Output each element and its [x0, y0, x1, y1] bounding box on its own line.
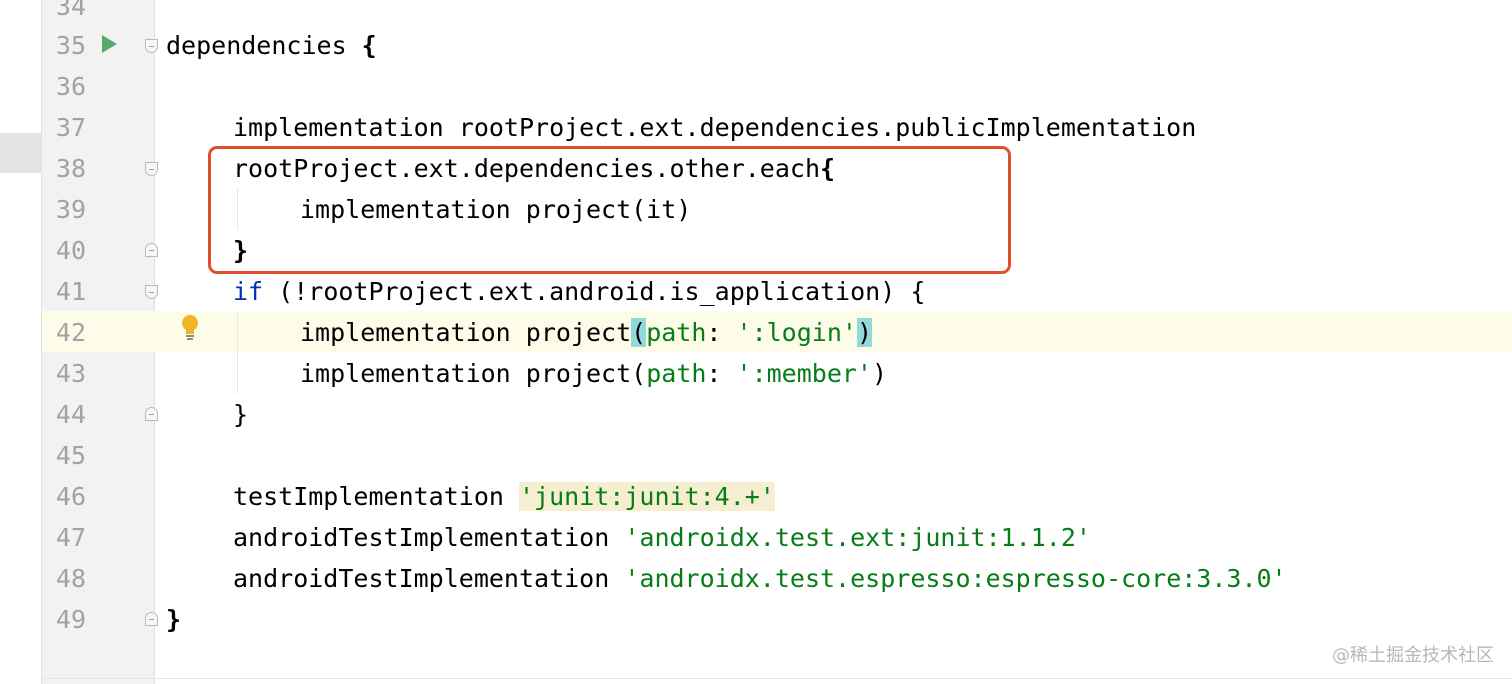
code-line-48[interactable]: androidTestImplementation 'androidx.test… [233, 558, 1287, 599]
line-number[interactable]: 34 [44, 0, 86, 27]
line-number[interactable]: 43 [44, 353, 86, 394]
fold-collapse-icon[interactable] [145, 162, 158, 176]
code-line-49[interactable]: } [166, 599, 181, 640]
indent-guide [237, 312, 238, 394]
bottom-divider [41, 678, 1512, 679]
brace: { [361, 31, 377, 60]
line-number[interactable]: 41 [44, 271, 86, 312]
string-literal: 'androidx.test.ext:junit:1.1.2' [624, 523, 1091, 552]
matched-paren: ) [856, 318, 873, 347]
watermark: @稀土掘金技术社区 [1332, 645, 1494, 666]
code-editor[interactable]: 34 35 36 37 38 39 40 41 42 43 44 45 46 4… [0, 0, 1512, 684]
code-text: dependencies [166, 31, 362, 60]
left-tool-strip [0, 0, 41, 684]
string-literal: ':member' [736, 359, 872, 388]
code-line-47[interactable]: androidTestImplementation 'androidx.test… [233, 517, 1091, 558]
fold-collapse-icon[interactable] [145, 285, 158, 299]
line-number[interactable]: 40 [44, 230, 86, 271]
matched-paren: ( [631, 318, 647, 347]
code-line-44[interactable]: } [233, 394, 248, 435]
code-line-43[interactable]: implementation project(path: ':member') [300, 353, 887, 394]
line-number[interactable]: 36 [44, 66, 86, 107]
line-number[interactable]: 47 [44, 517, 86, 558]
line-number[interactable]: 44 [44, 394, 86, 435]
fold-expand-icon[interactable] [145, 407, 158, 421]
code-text: implementation project [300, 318, 632, 347]
fold-expand-icon[interactable] [145, 612, 158, 626]
line-number[interactable]: 49 [44, 599, 86, 640]
code-text: androidTestImplementation [233, 564, 625, 593]
code-line-35[interactable]: dependencies { [166, 25, 377, 66]
code-text: implementation project( [300, 359, 647, 388]
string-literal: 'androidx.test.espresso:espresso-core:3.… [624, 564, 1287, 593]
line-number[interactable]: 39 [44, 189, 86, 230]
code-text: ) [871, 359, 888, 388]
code-text: testImplementation [233, 482, 519, 511]
code-line-41[interactable]: if (!rootProject.ext.android.is_applicat… [233, 271, 925, 312]
code-line-46[interactable]: testImplementation 'junit:junit:4.+' [233, 476, 775, 517]
code-line-37[interactable]: implementation rootProject.ext.dependenc… [233, 107, 1196, 148]
named-param: path [646, 359, 707, 388]
string-literal: ':login' [736, 318, 857, 347]
code-text: androidTestImplementation [233, 523, 625, 552]
line-number[interactable]: 45 [44, 435, 86, 476]
annotation-highlight-box [208, 146, 1011, 274]
code-text: : [706, 359, 737, 388]
run-gutter-icon[interactable] [102, 35, 117, 53]
string-literal: 'junit:junit:4.+' [518, 482, 775, 511]
line-number[interactable]: 35 [44, 25, 86, 66]
code-text: : [706, 318, 737, 347]
line-number[interactable]: 46 [44, 476, 86, 517]
line-number[interactable]: 37 [44, 107, 86, 148]
code-line-42[interactable]: implementation project(path: ':login') [300, 312, 873, 353]
keyword: if [233, 277, 264, 306]
named-param: path [646, 318, 707, 347]
left-strip-marker [0, 133, 41, 173]
fold-collapse-icon[interactable] [145, 39, 158, 53]
lightbulb-icon[interactable] [180, 313, 200, 341]
fold-expand-icon[interactable] [145, 243, 158, 257]
line-number[interactable]: 42 [44, 312, 86, 353]
line-number[interactable]: 48 [44, 558, 86, 599]
line-number[interactable]: 38 [44, 148, 86, 189]
code-text: (!rootProject.ext.android.is_application… [263, 277, 926, 306]
